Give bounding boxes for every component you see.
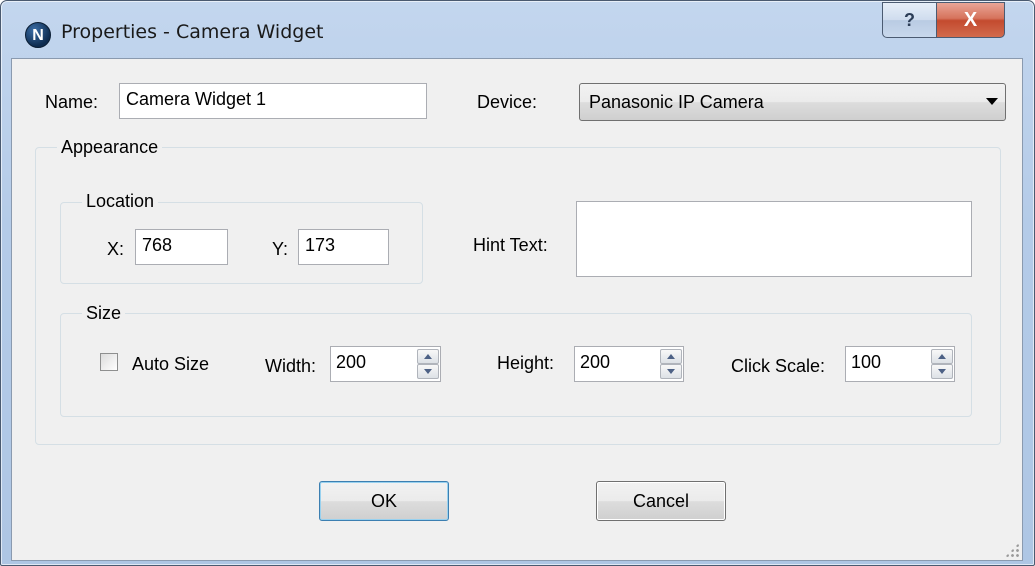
width-spin-buttons	[417, 349, 439, 379]
width-stepper[interactable]: 200	[330, 346, 441, 382]
width-increment-button[interactable]	[417, 349, 439, 364]
appearance-group-title: Appearance	[57, 137, 163, 158]
properties-dialog: N Properties - Camera Widget ? X Name: C…	[0, 0, 1035, 566]
app-logo-icon: N	[25, 22, 51, 48]
height-increment-button[interactable]	[660, 349, 682, 364]
device-dropdown[interactable]: Panasonic IP Camera	[579, 83, 1006, 121]
click-scale-stepper[interactable]: 100	[845, 346, 955, 382]
height-value: 200	[580, 352, 611, 372]
resize-grip-icon[interactable]	[1005, 543, 1019, 557]
auto-size-label[interactable]: Auto Size	[132, 354, 209, 375]
location-group-title: Location	[82, 191, 159, 212]
size-group-title: Size	[82, 303, 126, 324]
title-bar[interactable]: N Properties - Camera Widget ? X	[1, 1, 1034, 57]
click-scale-decrement-button[interactable]	[931, 364, 953, 379]
arrow-down-icon	[424, 369, 432, 374]
x-field[interactable]: 768	[135, 229, 228, 265]
close-button[interactable]: X	[936, 2, 1005, 38]
auto-size-checkbox[interactable]	[100, 353, 118, 371]
help-button[interactable]: ?	[882, 2, 937, 38]
height-spin-buttons	[660, 349, 682, 379]
device-label: Device:	[477, 92, 538, 112]
width-decrement-button[interactable]	[417, 364, 439, 379]
arrow-up-icon	[424, 354, 432, 359]
device-selected-value: Panasonic IP Camera	[589, 92, 764, 112]
click-scale-increment-button[interactable]	[931, 349, 953, 364]
height-decrement-button[interactable]	[660, 364, 682, 379]
height-label: Height:	[497, 353, 555, 373]
hint-text-label: Hint Text:	[473, 235, 548, 255]
arrow-down-icon	[938, 369, 946, 374]
click-scale-label: Click Scale:	[731, 356, 826, 376]
y-field[interactable]: 173	[298, 229, 389, 265]
click-scale-spin-buttons	[931, 349, 953, 379]
cancel-button[interactable]: Cancel	[596, 481, 726, 521]
click-scale-value: 100	[851, 352, 882, 372]
arrow-up-icon	[938, 354, 946, 359]
height-stepper[interactable]: 200	[574, 346, 684, 382]
chevron-down-icon	[986, 98, 998, 105]
window-title: Properties - Camera Widget	[61, 21, 324, 43]
arrow-up-icon	[667, 354, 675, 359]
width-label: Width:	[265, 356, 317, 376]
y-label: Y:	[272, 239, 289, 259]
dialog-body: Name: Camera Widget 1 Device: Panasonic …	[11, 58, 1023, 561]
name-field[interactable]: Camera Widget 1	[119, 83, 427, 119]
ok-button[interactable]: OK	[319, 481, 449, 521]
arrow-down-icon	[667, 369, 675, 374]
x-label: X:	[107, 239, 125, 259]
width-value: 200	[336, 352, 367, 372]
hint-text-field[interactable]	[576, 201, 972, 277]
name-label: Name:	[45, 92, 99, 112]
